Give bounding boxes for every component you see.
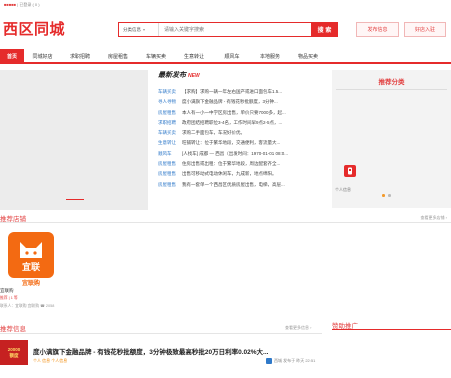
search-category-label: 分类信息 (123, 26, 141, 32)
search-bar: 分类信息 ▾ 搜 索 (118, 22, 338, 37)
carousel-dot[interactable] (388, 194, 391, 197)
search-category-select[interactable]: 分类信息 ▾ (119, 23, 159, 36)
post-info-button[interactable]: 发布信息 (356, 22, 399, 37)
post-time: 西城 发布于 昨天 22:51 (274, 358, 316, 363)
list-item[interactable]: 房屋租售 出售可移动式电动休闲车，九成新，地点绵阳。 (158, 169, 323, 179)
post-title[interactable]: 度小满旗下金融品牌 - 有钱花秒批额度，3分钟极致最高秒批20万日利率0.02%… (33, 346, 268, 356)
list-item[interactable]: 求职招聘 政府团结招聘职位3-4名，工作时间早9点2-5点，... (158, 118, 323, 128)
shop-name[interactable]: 宜联购 (0, 288, 14, 294)
more-info-link[interactable]: 查看更多信息 › (285, 325, 311, 331)
latest-posts-title: 最新发布 NEW (158, 70, 323, 80)
divider (336, 89, 447, 90)
shop-contact: 联系人：宜联购 宜联购 ☎ 2058 (0, 304, 55, 308)
nav-business-transfer[interactable]: 生意转让 (175, 49, 213, 63)
list-item[interactable]: 车辆买卖 【求购】求购一辆一年左右国产或进口面包车1.5... (158, 87, 323, 97)
post-text[interactable]: 求购二手面包车，车况好价优。 (182, 128, 245, 138)
post-category[interactable]: 房屋租售 (158, 169, 182, 179)
main-nav: 首页 同城好店 求职招聘 房屋租售 车辆买卖 生意转让 顺风车 本地服务 物品买… (0, 49, 451, 64)
shop-logo[interactable]: 宜联 (8, 232, 54, 278)
personal-info-icon[interactable] (344, 165, 356, 177)
nav-carpool[interactable]: 顺风车 (213, 49, 251, 63)
shop-join-button[interactable]: 好店入驻 (404, 22, 446, 37)
post-category[interactable]: 房屋租售 (158, 108, 182, 118)
post-category[interactable]: 房屋租售 (158, 180, 182, 190)
post-text[interactable]: 政府团结招聘职位3-4名，工作时间早9点2-5点，... (182, 118, 282, 128)
post-text[interactable]: 旺铺转让：位于繁华地段，交通便利，客流量大... (182, 138, 280, 148)
post-category[interactable]: 房屋租售 (158, 159, 182, 169)
nav-local-shops[interactable]: 同城好店 (24, 49, 61, 63)
sponsored-underline (332, 329, 451, 330)
new-badge: NEW (188, 73, 200, 79)
category-label-personal-info[interactable]: 个人信息 (335, 187, 351, 193)
post-tags: 个人 信息 个人信息 (33, 358, 68, 363)
slider-indicator[interactable] (66, 198, 84, 200)
shop-brand-text: 宜联购 (21, 281, 40, 287)
nav-vehicles[interactable]: 车辆买卖 (137, 49, 175, 63)
latest-posts-heading: 最新发布 (158, 72, 186, 79)
nav-home[interactable]: 首页 (0, 49, 24, 63)
verified-icon (266, 358, 272, 364)
list-item[interactable]: 生意转让 旺铺转让：位于繁华地段，交通便利，客流量大... (158, 138, 323, 148)
post-text[interactable]: [人找车] 成都 — 西昌（出发时间：1970-01-01 08:0... (182, 149, 288, 159)
post-text[interactable]: 住房出售或出租：位于繁华地段，周边配套齐全... (182, 159, 280, 169)
post-text[interactable]: 出售可移动式电动休闲车，九成新，地点绵阳。 (182, 169, 277, 179)
post-meta: 西城 发布于 昨天 22:51 (266, 358, 315, 364)
list-item[interactable]: 寻人寻物 度小满旗下金融品牌 - 有钱花秒批额度，3分钟... (158, 97, 323, 107)
shop-app-name: 宜联 (21, 262, 40, 272)
banner-slider[interactable] (0, 70, 148, 210)
search-button[interactable]: 搜 索 (311, 22, 338, 37)
post-text[interactable]: 【求购】求购一辆一年左右国产或进口面包车1.5... (182, 87, 282, 97)
post-category[interactable]: 寻人寻物 (158, 97, 182, 107)
list-item[interactable]: 车辆买卖 求购二手面包车，车况好价优。 (158, 128, 323, 138)
post-thumbnail[interactable]: 20000 额度 (0, 340, 28, 365)
carousel-dot-active[interactable] (382, 194, 385, 197)
latest-posts: 最新发布 NEW 车辆买卖 【求购】求购一辆一年左右国产或进口面包车1.5... 寻… (158, 70, 323, 190)
nav-housing[interactable]: 房屋租售 (99, 49, 137, 63)
more-shops-link[interactable]: 查看更多店铺 › (421, 215, 447, 221)
post-text[interactable]: 度小满旗下金融品牌 - 有钱花秒批额度，3分钟... (182, 97, 278, 107)
divider (0, 222, 451, 223)
list-item[interactable]: 房屋租售 住房出售或出租：位于繁华地段，周边配套齐全... (158, 159, 323, 169)
username-highlight[interactable]: ■■■■■ (4, 2, 16, 7)
nav-goods-trade[interactable]: 物品买卖 (289, 49, 327, 63)
top-status-bar: ■■■■■ | 已登录 ( 0 ) (4, 2, 40, 8)
post-category[interactable]: 车辆买卖 (158, 87, 182, 97)
shop-rating: 推荐 | 1 等 (0, 296, 18, 300)
recommended-info-title: 推荐信息 (0, 326, 26, 333)
post-text[interactable]: 我有一套单一个西昌区优质房屋出售，电梯，高层... (182, 180, 285, 190)
post-text[interactable]: 本人有一小一中学区房出售，单价只要7000多，起... (182, 108, 286, 118)
list-item[interactable]: 房屋租售 我有一套单一个西昌区优质房屋出售，电梯，高层... (158, 180, 323, 190)
nav-local-services[interactable]: 本地服务 (251, 49, 289, 63)
post-category[interactable]: 车辆买卖 (158, 128, 182, 138)
list-item[interactable]: 房屋租售 本人有一小一中学区房出售，单价只要7000多，起... (158, 108, 323, 118)
post-category[interactable]: 求职招聘 (158, 118, 182, 128)
recommended-categories-title: 推荐分类 (378, 79, 405, 86)
recommended-categories: 推荐分类 个人信息 (332, 70, 451, 208)
post-category[interactable]: 顺风车 (158, 149, 182, 159)
chevron-down-icon: ▾ (143, 27, 146, 32)
site-logo[interactable]: 西区同城 (3, 18, 65, 39)
nav-jobs[interactable]: 求职招聘 (61, 49, 99, 63)
post-category[interactable]: 生意转让 (158, 138, 182, 148)
search-input[interactable] (159, 23, 311, 36)
login-status: | 已登录 ( 0 ) (17, 2, 40, 7)
divider (0, 333, 322, 334)
list-item[interactable]: 顺风车 [人找车] 成都 — 西昌（出发时间：1970-01-01 08:0... (158, 149, 323, 159)
